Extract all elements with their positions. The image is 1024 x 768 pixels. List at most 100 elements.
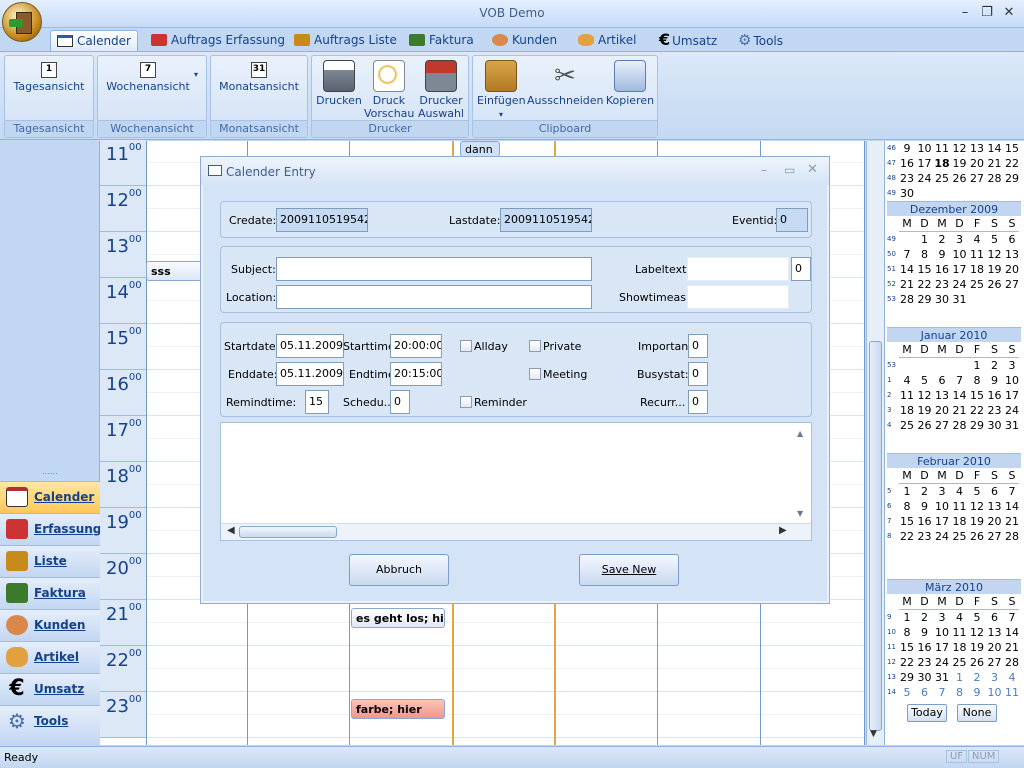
day-cell[interactable]: 1 [899, 611, 915, 624]
drucken-button[interactable]: Drucken [316, 60, 362, 107]
dialog-minimize-button[interactable]: – [761, 163, 767, 177]
day-cell[interactable]: 15 [917, 263, 933, 276]
day-cell[interactable]: 1 [952, 671, 968, 684]
meeting-checkbox[interactable] [529, 368, 541, 380]
day-cell[interactable]: 22 [917, 278, 933, 291]
day-cell[interactable]: 11 [952, 500, 968, 513]
day-cell[interactable]: 1 [899, 485, 915, 498]
day-cell[interactable]: 29 [917, 293, 933, 306]
day-cell[interactable]: 9 [987, 374, 1003, 387]
subject-input[interactable] [276, 257, 592, 281]
day-cell[interactable]: 2 [934, 233, 950, 246]
day-cell[interactable]: 17 [934, 515, 950, 528]
day-cell[interactable]: 14 [952, 389, 968, 402]
day-cell[interactable]: 23 [899, 172, 915, 185]
day-cell[interactable]: 20 [934, 404, 950, 417]
day-cell[interactable]: 9 [934, 248, 950, 261]
remindtime-field[interactable]: 15 [305, 390, 329, 414]
day-cell[interactable]: 16 [917, 515, 933, 528]
reminder-checkbox[interactable] [460, 396, 472, 408]
day-cell[interactable]: 6 [987, 485, 1003, 498]
nav-erfassung[interactable]: Erfassung [0, 513, 101, 545]
day-cell[interactable]: 11 [1004, 686, 1020, 699]
day-cell[interactable]: 7 [899, 248, 915, 261]
day-cell[interactable]: 16 [934, 263, 950, 276]
day-cell[interactable]: 4 [969, 233, 985, 246]
day-cell[interactable]: 15 [1004, 142, 1020, 155]
day-cell[interactable]: 11 [899, 389, 915, 402]
day-cell[interactable]: 11 [952, 626, 968, 639]
day-cell[interactable]: 3 [934, 611, 950, 624]
schedu-field[interactable]: 0 [390, 390, 410, 414]
tab-kunden[interactable]: Kunden [486, 30, 563, 52]
day-cell[interactable]: 31 [1004, 419, 1020, 432]
day-cell[interactable]: 10 [934, 500, 950, 513]
dropdown-arrow-icon[interactable]: ▾ [194, 70, 198, 79]
tab-faktura[interactable]: Faktura [403, 30, 480, 52]
day-cell[interactable]: 13 [1004, 248, 1020, 261]
nav-liste[interactable]: Liste [0, 545, 100, 577]
day-cell[interactable]: 25 [952, 530, 968, 543]
scroll-down-icon[interactable]: ▼ [870, 729, 877, 739]
day-cell[interactable]: 2 [987, 359, 1003, 372]
day-cell[interactable]: 21 [987, 157, 1003, 170]
day-cell[interactable]: 30 [899, 187, 915, 200]
day-cell[interactable]: 26 [952, 172, 968, 185]
scrollbar-thumb[interactable] [869, 341, 882, 731]
eventid-field[interactable]: 0 [776, 208, 808, 232]
day-cell[interactable]: 22 [969, 404, 985, 417]
day-cell[interactable]: 3 [952, 233, 968, 246]
enddate-field[interactable]: 05.11.2009 [276, 362, 344, 386]
day-cell[interactable]: 20 [969, 157, 985, 170]
day-cell[interactable]: 14 [899, 263, 915, 276]
day-cell[interactable]: 18 [899, 404, 915, 417]
day-cell[interactable]: 6 [917, 686, 933, 699]
calendar-event[interactable]: dann [460, 141, 500, 157]
day-cell[interactable]: 25 [969, 278, 985, 291]
day-cell[interactable]: 28 [1004, 530, 1020, 543]
day-cell[interactable]: 2 [917, 611, 933, 624]
day-cell[interactable]: 5 [987, 233, 1003, 246]
startdate-field[interactable]: 05.11.2009 [276, 334, 344, 358]
day-cell[interactable]: 3 [934, 485, 950, 498]
day-cell[interactable]: 25 [899, 419, 915, 432]
starttime-field[interactable]: 20:00:00 [390, 334, 442, 358]
day-cell[interactable]: 14 [987, 142, 1003, 155]
day-cell[interactable]: 28 [952, 419, 968, 432]
dialog-close-button[interactable]: ✕ [807, 162, 818, 177]
day-cell[interactable]: 13 [934, 389, 950, 402]
day-cell[interactable]: 6 [1004, 233, 1020, 246]
month-title[interactable]: März 2010 [887, 579, 1021, 594]
scrollbar-thumb[interactable] [239, 526, 337, 538]
day-cell[interactable]: 31 [952, 293, 968, 306]
mini-calendar[interactable]: 46 9 10 11 12 13 14 15 47 16 17 18 19 20 21 22 48 23 24 25 2… [884, 141, 1024, 745]
day-cell[interactable]: 27 [987, 530, 1003, 543]
day-cell[interactable]: 8 [969, 374, 985, 387]
day-cell[interactable]: 10 [917, 142, 933, 155]
day-cell[interactable]: 17 [952, 263, 968, 276]
location-input[interactable] [276, 285, 592, 309]
day-cell[interactable]: 10 [952, 248, 968, 261]
day-cell[interactable]: 7 [1004, 485, 1020, 498]
day-cell[interactable]: 14 [1004, 626, 1020, 639]
day-cell[interactable]: 31 [934, 671, 950, 684]
day-cell[interactable]: 19 [969, 641, 985, 654]
day-cell[interactable]: 12 [987, 248, 1003, 261]
kopieren-button[interactable]: Kopieren [605, 60, 655, 107]
day-cell[interactable]: 17 [1004, 389, 1020, 402]
day-cell[interactable]: 20 [987, 641, 1003, 654]
day-cell[interactable]: 26 [987, 278, 1003, 291]
day-cell[interactable]: 18 [952, 641, 968, 654]
day-cell[interactable]: 20 [987, 515, 1003, 528]
showtimeas-input[interactable] [687, 285, 789, 309]
day-cell[interactable]: 25 [934, 172, 950, 185]
importan-field[interactable]: 0 [688, 334, 708, 358]
lastdate-field[interactable]: 20091105195427 [500, 208, 592, 232]
day-cell[interactable]: 8 [952, 686, 968, 699]
day-cell[interactable]: 21 [1004, 515, 1020, 528]
day-cell[interactable]: 21 [952, 404, 968, 417]
day-cell[interactable]: 3 [987, 671, 1003, 684]
close-button[interactable]: ✕ [998, 4, 1020, 22]
day-cell[interactable]: 21 [1004, 641, 1020, 654]
day-cell[interactable]: 24 [1004, 404, 1020, 417]
